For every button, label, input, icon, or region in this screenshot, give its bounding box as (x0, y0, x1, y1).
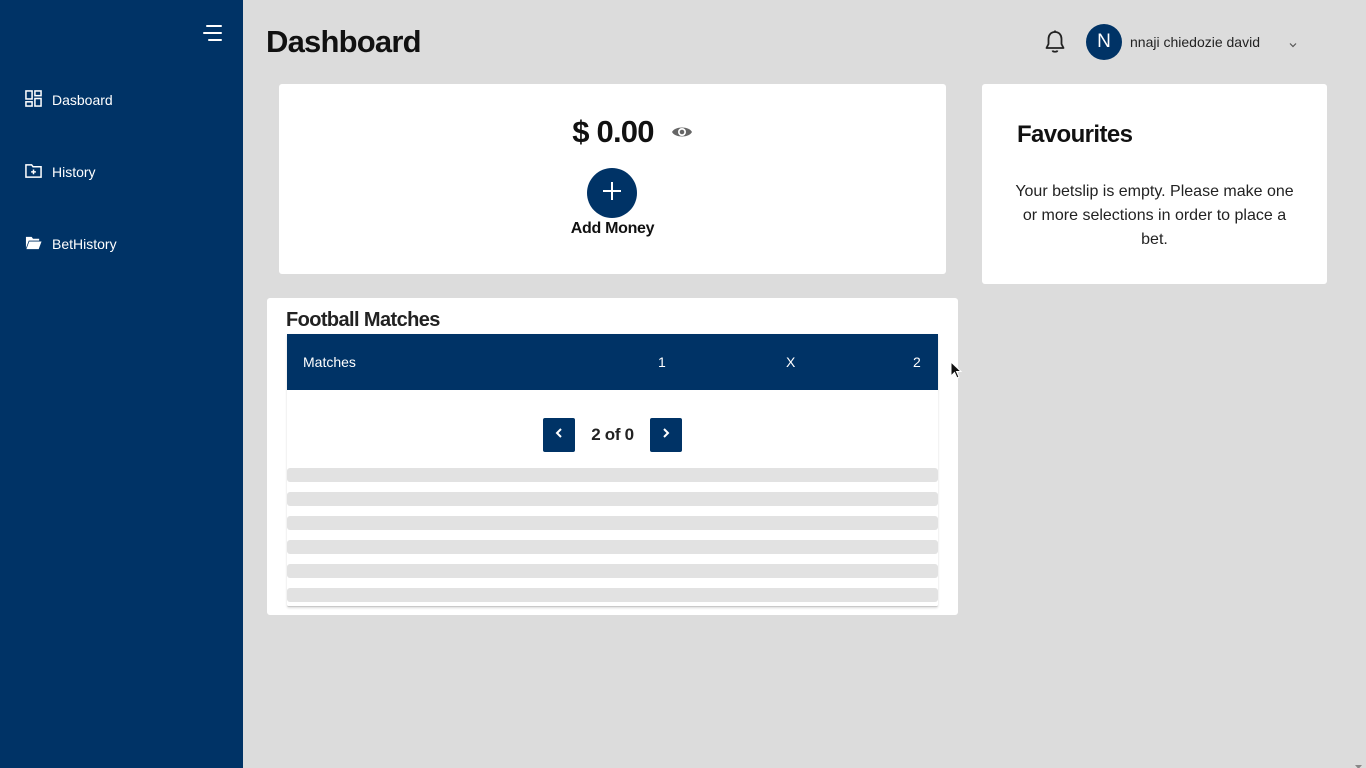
loading-skeleton-row (287, 540, 938, 554)
betslip-empty-message: Your betslip is empty. Please make one o… (1015, 183, 1294, 248)
scrollbar[interactable] (1351, 0, 1366, 768)
page-title: Dashboard (266, 24, 422, 59)
football-matches-card: Football Matches Matches 1 X 2 2 of 0 (267, 298, 958, 615)
user-name: nnaji chiedozie david (1130, 34, 1260, 50)
mouse-cursor-icon (950, 360, 963, 381)
loading-skeleton-row (287, 468, 938, 482)
matches-table: Matches 1 X 2 2 of 0 (287, 334, 938, 607)
menu-toggle-icon[interactable] (202, 23, 226, 43)
page-indicator: 2 of 0 (591, 425, 634, 444)
scroll-down-arrow-icon[interactable] (1355, 757, 1362, 768)
sidebar-item-history[interactable]: History (25, 160, 96, 184)
loading-skeleton-row (287, 492, 938, 506)
loading-skeleton-row (287, 516, 938, 530)
column-header-away: 2 (913, 354, 921, 370)
chevron-right-icon (660, 426, 672, 444)
column-header-home: 1 (658, 354, 666, 370)
previous-page-button[interactable] (543, 418, 576, 452)
add-money-button[interactable] (587, 168, 637, 218)
add-money-label[interactable]: Add Money (279, 220, 946, 238)
dashboard-grid-icon (25, 90, 42, 110)
next-page-button[interactable] (649, 418, 682, 452)
sidebar-item-label: History (52, 164, 96, 180)
plus-icon (601, 180, 623, 207)
sidebar-item-dashboard[interactable]: Dasboard (25, 88, 113, 112)
column-header-matches: Matches (303, 354, 356, 370)
loading-skeleton-row (287, 564, 938, 578)
avatar: N (1086, 24, 1122, 60)
loading-skeleton-row (287, 588, 938, 602)
favourites-title: Favourites (1017, 121, 1133, 148)
chevron-left-icon (553, 426, 565, 444)
eye-icon[interactable] (671, 124, 693, 140)
sidebar-item-label: Dasboard (52, 92, 113, 108)
user-menu[interactable]: N nnaji chiedozie david (1086, 24, 1298, 60)
matches-title: Football Matches (286, 309, 440, 331)
favourites-card: Favourites Your betslip is empty. Please… (982, 84, 1327, 284)
sidebar-item-bethistory[interactable]: BetHistory (25, 232, 117, 256)
pagination: 2 of 0 (287, 418, 938, 452)
column-header-draw: X (786, 354, 796, 370)
balance-row: $ 0.00 (279, 114, 946, 150)
chevron-down-icon (1288, 37, 1298, 48)
balance-amount: $ 0.00 (572, 114, 654, 149)
folder-plus-icon (25, 162, 42, 182)
notification-bell-icon[interactable] (1043, 29, 1067, 55)
sidebar: Dasboard History BetHistory (0, 0, 243, 768)
table-header: Matches 1 X 2 (287, 334, 938, 390)
sidebar-item-label: BetHistory (52, 236, 117, 252)
folder-open-icon (25, 234, 42, 254)
balance-card: $ 0.00 Add Money (279, 84, 946, 274)
